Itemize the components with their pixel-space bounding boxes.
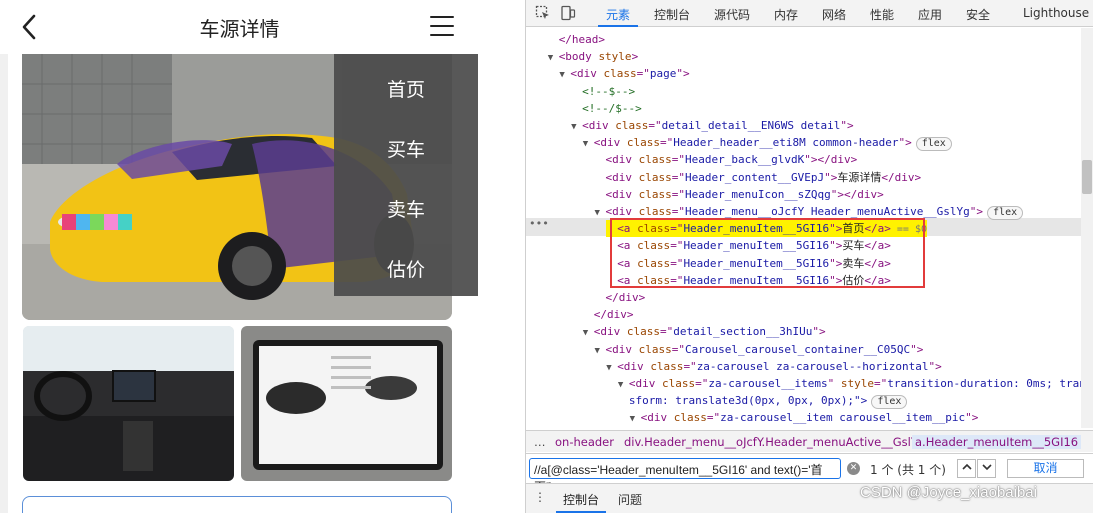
- expand-arrow-icon[interactable]: ▼: [548, 50, 559, 67]
- tab-performance[interactable]: 性能: [870, 6, 894, 23]
- flex-badge[interactable]: flex: [987, 206, 1024, 220]
- car-screen-photo[interactable]: [241, 326, 452, 481]
- tab-security[interactable]: 安全: [966, 6, 990, 23]
- drawer-tab-console[interactable]: 控制台: [563, 491, 599, 508]
- active-tab-indicator: [598, 25, 638, 27]
- expand-arrow-icon[interactable]: ▼: [595, 343, 606, 360]
- match-count: 1 个 (共 1 个): [870, 463, 946, 477]
- search-bar: //a[@class='Header_menuItem__5GI16' and …: [526, 453, 1093, 494]
- watermark: CSDN @Joyce_xiaobaibai: [860, 484, 1037, 501]
- cancel-search-button[interactable]: 取消: [1007, 459, 1084, 478]
- header-menu: 首页 买车 卖车 估价: [334, 54, 478, 296]
- dom-node-line[interactable]: ▼ <div class="Header_header__eti8M common…: [583, 134, 952, 153]
- dom-node-line[interactable]: ▼ <div class="page">: [559, 65, 689, 82]
- dom-node-line[interactable]: ▼ <div class="detail_section__3hIUu">: [583, 323, 826, 340]
- hamburger-menu-icon[interactable]: [430, 16, 454, 38]
- breadcrumb: … on-header div.Header_menu__oJcfY.Heade…: [526, 430, 1093, 452]
- expand-arrow-icon[interactable]: ▼: [571, 119, 582, 136]
- dom-node-line[interactable]: ▼ <div class="za-carousel__items" style="…: [618, 375, 1082, 392]
- dom-node-line[interactable]: ▼ <div class="za-carousel za-carousel--ho…: [606, 358, 942, 375]
- tab-sources[interactable]: 源代码: [714, 6, 750, 23]
- tab-memory[interactable]: 内存: [774, 6, 798, 23]
- dom-node-line[interactable]: </head>: [548, 31, 605, 48]
- dom-node-line[interactable]: <div class="Header_back__glvdK"></div>: [595, 151, 858, 168]
- next-match-button[interactable]: [977, 459, 996, 478]
- inspect-element-icon[interactable]: [535, 5, 551, 21]
- tab-elements[interactable]: 元素: [606, 6, 630, 23]
- dom-node-line[interactable]: <div class="Header_menuIcon__sZQqg"></di…: [595, 186, 884, 203]
- dom-node-line[interactable]: ▼ <div class="detail_detail__EN6WS detail…: [571, 117, 854, 134]
- expand-arrow-icon[interactable]: ▼: [595, 205, 606, 222]
- car-interior-photo[interactable]: [23, 326, 234, 481]
- expand-arrow-icon[interactable]: ▼: [583, 325, 594, 342]
- flex-badge[interactable]: flex: [871, 395, 908, 410]
- previous-match-button[interactable]: [957, 459, 976, 478]
- clear-search-icon[interactable]: ✕: [847, 462, 860, 475]
- chevron-up-icon: [961, 463, 972, 470]
- page-gutter: [0, 54, 8, 513]
- expand-arrow-icon[interactable]: ▼: [559, 67, 570, 84]
- breadcrumb-item-menuitem[interactable]: a.Header_menuItem__5GI16: [912, 435, 1082, 449]
- page-title: 车源详情: [199, 17, 280, 41]
- drawer-tab-issues[interactable]: 问题: [618, 491, 642, 508]
- tab-network[interactable]: 网络: [822, 6, 846, 23]
- expand-arrow-icon[interactable]: ▼: [606, 360, 617, 377]
- dom-tree-scrollbar[interactable]: [1081, 28, 1093, 428]
- device-toggle-icon[interactable]: [560, 5, 576, 21]
- mobile-page: 车源详情 首页 买车 卖车 估价: [0, 0, 479, 513]
- tab-application[interactable]: 应用: [918, 6, 942, 23]
- menu-item-sell-car[interactable]: 卖车: [334, 195, 478, 222]
- expand-arrow-icon[interactable]: ▼: [583, 136, 594, 153]
- dom-node-line[interactable]: ▼ <div class="Carousel_carousel_container…: [595, 341, 924, 358]
- dom-node-line[interactable]: ▼ <body style>: [548, 48, 639, 65]
- drawer-menu-icon[interactable]: ⋮: [534, 490, 546, 504]
- info-card: [22, 496, 452, 513]
- annotation-box: [610, 218, 925, 288]
- devtools-tab-bar: 元素 控制台 源代码 内存 网络 性能 应用 安全 Lighthouse: [526, 0, 1093, 27]
- menu-item-valuation[interactable]: 估价: [334, 255, 478, 282]
- breadcrumb-more[interactable]: …: [534, 435, 546, 449]
- scroll-thumb[interactable]: [1082, 160, 1092, 194]
- breadcrumb-item-menu[interactable]: div.Header_menu__oJcfY.Header_menuActive…: [624, 435, 925, 449]
- dom-node-line[interactable]: </div>: [595, 289, 646, 306]
- search-input[interactable]: //a[@class='Header_menuItem__5GI16' and …: [529, 458, 841, 494]
- dom-node-line[interactable]: ▼ <div class="za-carousel__item carousel_…: [630, 409, 979, 426]
- menu-item-home[interactable]: 首页: [334, 75, 478, 102]
- expand-arrow-icon[interactable]: ▼: [630, 411, 641, 428]
- dom-node-line[interactable]: <!--/$-->: [571, 100, 642, 117]
- tab-console[interactable]: 控制台: [654, 6, 690, 23]
- devtools-panel: 元素 控制台 源代码 内存 网络 性能 应用 安全 Lighthouse •••…: [525, 0, 1093, 513]
- dom-node-line[interactable]: <div class="Header_content__GVEpJ">车源详情<…: [595, 169, 922, 186]
- dom-node-line[interactable]: <!--$-->: [571, 83, 635, 100]
- menu-item-buy-car[interactable]: 买车: [334, 135, 478, 162]
- breadcrumb-item-header[interactable]: on-header: [555, 435, 614, 449]
- flex-badge[interactable]: flex: [915, 137, 952, 152]
- tab-lighthouse[interactable]: Lighthouse: [1023, 6, 1089, 20]
- chevron-down-icon: [981, 464, 992, 471]
- dom-node-line[interactable]: sform: translate3d(0px, 0px, 0px);"> flex: [618, 392, 908, 410]
- page-header: 车源详情: [0, 0, 479, 54]
- dom-node-line[interactable]: </div>: [583, 306, 634, 323]
